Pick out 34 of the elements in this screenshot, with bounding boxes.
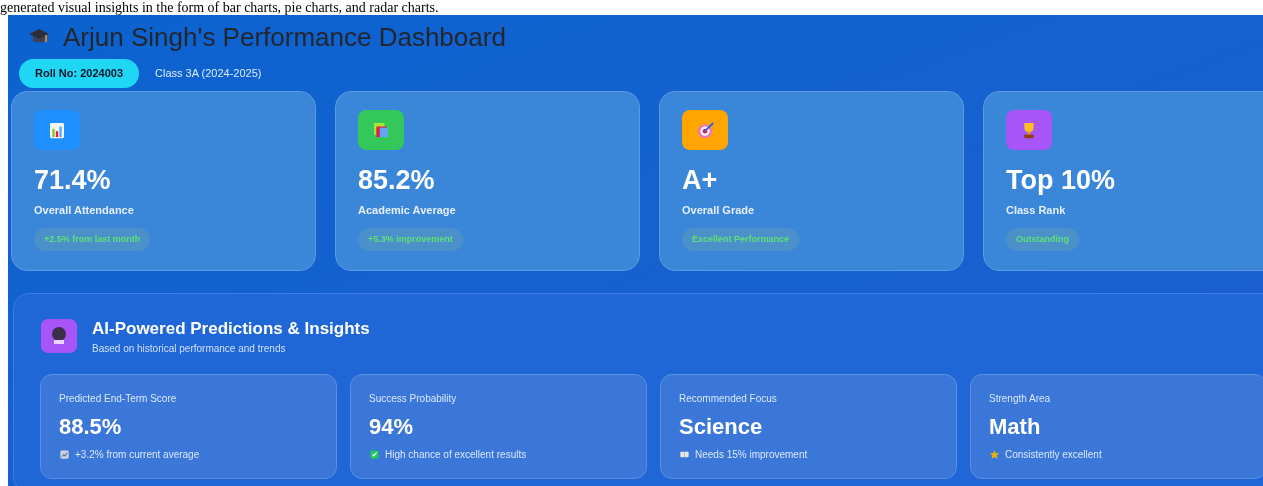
star-icon xyxy=(989,449,1000,460)
caption: generated visual insights in the form of bar charts, pie charts, and radar charts. xyxy=(0,0,439,15)
roll-number-badge: Roll No: 2024003 xyxy=(19,59,140,88)
prediction-value: 94% xyxy=(369,413,415,441)
prediction-value: 88.5% xyxy=(59,413,123,441)
check-icon xyxy=(369,449,380,460)
prediction-label: Strength Area xyxy=(989,392,1052,406)
stat-value: 85.2% xyxy=(358,163,436,197)
stat-badge: +2.5% from last month xyxy=(34,227,151,252)
dashboard-title: Arjun Singh's Performance Dashboard xyxy=(63,20,506,54)
prediction-label: Predicted End-Term Score xyxy=(59,392,178,406)
stat-badge: Excellent Performance xyxy=(682,227,800,252)
class-info: Class 3A (2024-2025) xyxy=(155,66,262,81)
stat-label: Class Rank xyxy=(1006,203,1067,219)
stat-value: A+ xyxy=(682,163,719,197)
stat-label: Academic Average xyxy=(358,203,457,219)
stat-value: 71.4% xyxy=(34,163,112,197)
chart-icon xyxy=(59,449,70,460)
prediction-note: Consistently excellent xyxy=(1005,448,1102,462)
prediction-note: Needs 15% improvement xyxy=(695,448,808,462)
stat-label: Overall Grade xyxy=(682,203,756,219)
prediction-label: Success Probability xyxy=(369,392,458,406)
book-icon xyxy=(679,449,690,460)
prediction-note: High chance of excellent results xyxy=(385,448,527,462)
predictions-subtitle: Based on historical performance and trends xyxy=(92,342,287,356)
stat-badge: +5.3% improvement xyxy=(358,227,463,252)
prediction-value: Math xyxy=(989,413,1042,441)
stat-badge: Outstanding xyxy=(1006,227,1079,252)
predictions-title: AI-Powered Predictions & Insights xyxy=(92,317,370,340)
stat-label: Overall Attendance xyxy=(34,203,135,219)
prediction-note: +3.2% from current average xyxy=(75,448,200,462)
stat-value: Top 10% xyxy=(1006,163,1116,197)
prediction-label: Recommended Focus xyxy=(679,392,778,406)
prediction-value: Science xyxy=(679,413,764,441)
